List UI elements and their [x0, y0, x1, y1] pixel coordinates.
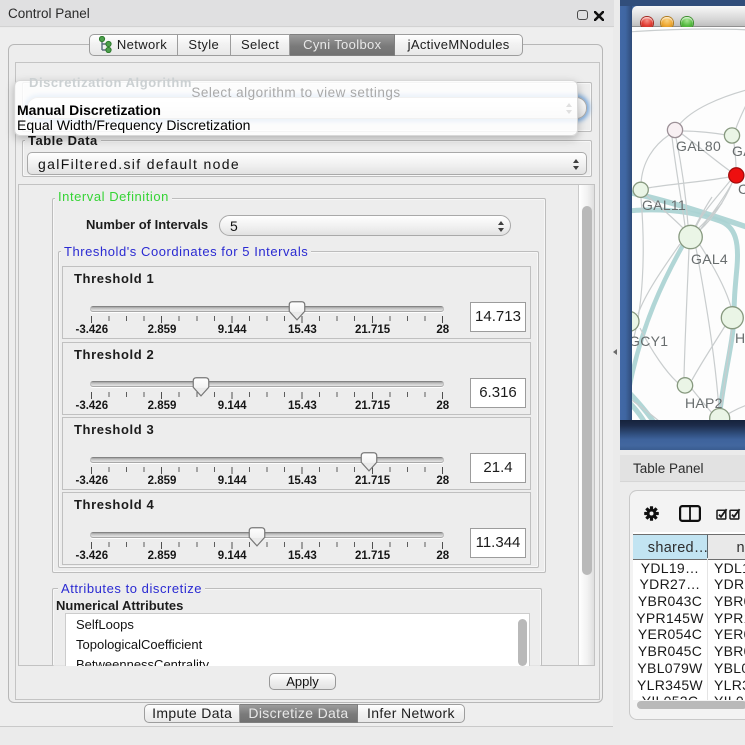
svg-text:HAP2: HAP2 [685, 395, 723, 411]
svg-text:H: H [735, 330, 745, 346]
svg-text:C: C [738, 181, 745, 197]
svg-text:GAL11: GAL11 [642, 197, 686, 213]
svg-text:GAL80: GAL80 [676, 138, 721, 154]
svg-text:GCY1: GCY1 [632, 333, 668, 349]
svg-text:GAL4: GAL4 [691, 251, 728, 267]
svg-text:GA: GA [732, 143, 745, 159]
